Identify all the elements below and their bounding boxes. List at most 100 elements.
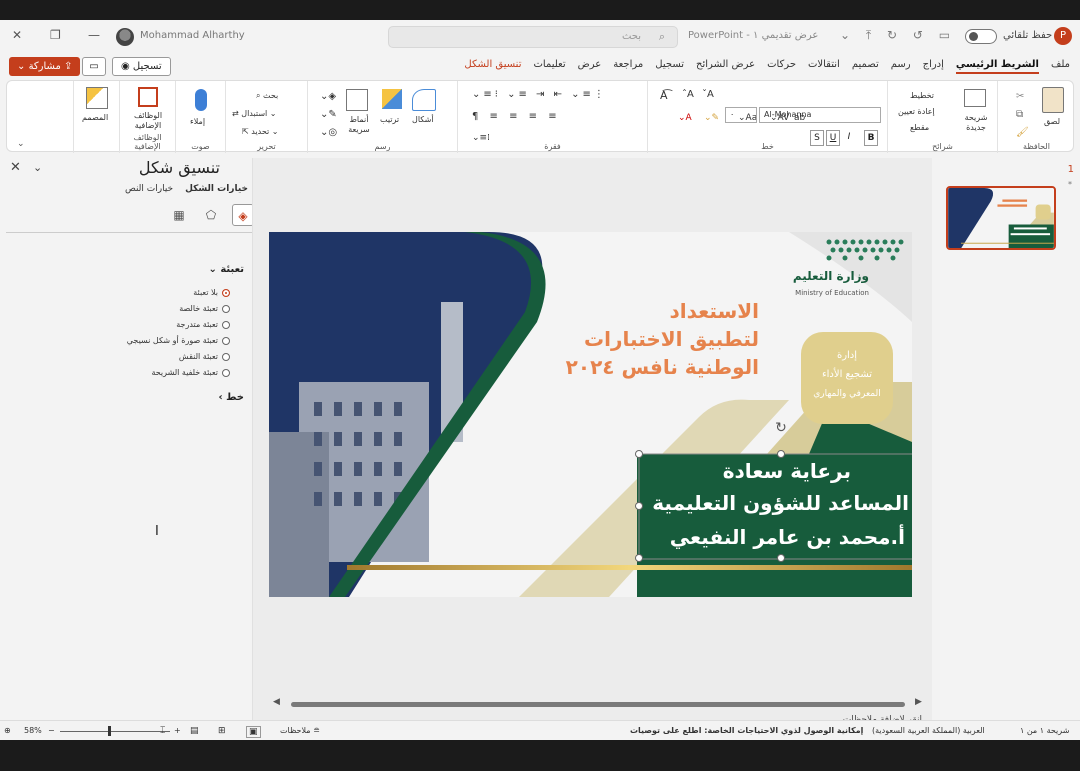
radio-slide-bg-fill[interactable] (222, 368, 230, 377)
restore-window-icon[interactable]: ❐ (50, 28, 61, 42)
fill-option-picture[interactable]: تعبئة صورة أو شكل نسيجي (127, 336, 230, 345)
slide-thumbnail[interactable] (946, 186, 1056, 250)
scroll-left-icon[interactable]: ◀ (273, 697, 280, 707)
scroll-right-icon[interactable]: ▶ (915, 697, 922, 707)
tab-help[interactable]: تعليمات (533, 59, 565, 74)
radio-pattern-fill[interactable] (222, 352, 230, 361)
section-button[interactable]: مقطع (910, 123, 929, 132)
avatar[interactable] (116, 28, 134, 46)
language-status[interactable]: العربية (المملكة العربية السعودية) (872, 726, 985, 735)
find-button[interactable]: بحث ⌕ (256, 91, 278, 101)
tab-home[interactable]: الشريط الرئيسي (955, 59, 1039, 74)
shape-effects-icon[interactable]: ◎⌄ (320, 127, 337, 138)
decrease-font-icon[interactable]: Aˇ (702, 89, 714, 100)
reading-view-icon[interactable]: ▤ (190, 726, 199, 736)
sorter-view-icon[interactable]: ⊞ (218, 726, 226, 736)
paste-icon[interactable] (1042, 87, 1064, 113)
collapse-ribbon-icon[interactable]: ⌄ (17, 139, 25, 149)
tab-file[interactable]: ملف (1051, 59, 1070, 74)
powerpoint-window: ✕ ❐ — Mohammad Alharthy بحث ⌕ PowerPoint… (0, 20, 1080, 740)
cut-icon[interactable]: ✂ (1016, 91, 1024, 102)
fill-option-gradient[interactable]: تعبئة متدرجة (176, 320, 230, 329)
zoom-slider-knob[interactable] (108, 726, 111, 736)
list-icons[interactable]: ⋮≡⌄ ⇤ ⇥ ≡⌄ ⁝≡⌄ (472, 89, 607, 100)
badge-line-2: تشجيع الأداء (822, 367, 872, 380)
radio-picture-fill[interactable] (222, 336, 230, 345)
tab-record[interactable]: تسجيل (655, 59, 684, 74)
effects-icon[interactable]: ⬠ (200, 204, 222, 226)
autosave-toggle[interactable] (965, 29, 997, 44)
ribbon-tabs-row: ⌄ مشاركة ⇪ ▭ ◉ تسجيل ملف الشريط الرئيسي … (0, 54, 1080, 80)
search-box[interactable]: بحث ⌕ (388, 26, 678, 48)
horizontal-scrollbar[interactable]: ◀ ▶ (273, 697, 933, 709)
fill-line-icon[interactable]: ◈ (232, 204, 254, 226)
arrange-icon[interactable] (382, 89, 402, 109)
layout-button[interactable]: تخطيط (910, 91, 934, 100)
font-name-combobox[interactable]: Al-Mohanna (759, 107, 881, 123)
zoom-level[interactable]: 58% (24, 726, 42, 735)
radio-no-fill[interactable] (222, 288, 230, 297)
fill-option-slide-bg[interactable]: تعبئة خلفية الشريحة (151, 368, 230, 377)
close-pane-icon[interactable]: ✕ (10, 160, 21, 175)
tab-animations[interactable]: حركات (767, 59, 796, 74)
reset-button[interactable]: إعادة تعيين (898, 107, 935, 116)
new-slide-icon[interactable] (964, 89, 986, 107)
fill-option-pattern[interactable]: تعبئة النقش (179, 352, 230, 361)
radio-solid-fill[interactable] (222, 304, 230, 313)
radio-gradient-fill[interactable] (222, 320, 230, 329)
align-icons[interactable]: ≡ ≡ ≡ ≡ ¶ (472, 111, 561, 122)
tab-shape-format[interactable]: تنسيق الشكل (464, 59, 521, 74)
normal-view-icon[interactable]: ▣ (246, 726, 261, 738)
highlight-icon[interactable]: ✎⌄ (704, 113, 719, 123)
user-name[interactable]: Mohammad Alharthy (140, 30, 245, 41)
tab-design[interactable]: تصميم (852, 59, 879, 74)
quick-access-toolbar[interactable]: ⌄ ⤒ ↻ ↺ ▭ ⌂ (840, 28, 980, 43)
tab-shape-options[interactable]: خيارات الشكل (185, 184, 248, 194)
microphone-icon[interactable] (195, 89, 207, 111)
pane-options-chevron-icon[interactable]: ⌄ (33, 161, 42, 174)
slide-canvas[interactable]: ↻ وزارة التعليم Ministry of Education ال… (269, 232, 912, 597)
close-window-icon[interactable]: ✕ (12, 28, 22, 42)
format-painter-icon[interactable]: 🖌 (1016, 127, 1029, 138)
text-direction-icon[interactable]: A͡ (660, 89, 668, 102)
copy-icon[interactable]: ⧉ (1016, 109, 1023, 120)
notes-button[interactable]: ملاحظات ≘ (280, 726, 320, 735)
share-button[interactable]: ⌄ مشاركة ⇪ (9, 57, 81, 76)
fill-section-header[interactable]: تعبئة ⌄ (208, 264, 244, 275)
heading-line-2: لتطبيق الاختبارات (584, 327, 759, 351)
present-button[interactable]: ▭ (82, 57, 106, 76)
size-properties-icon[interactable]: ▦ (168, 204, 190, 226)
line-section-header[interactable]: خط › (218, 392, 244, 403)
minimize-window-icon[interactable]: — (88, 28, 100, 42)
increase-font-icon[interactable]: Aˆ (682, 89, 694, 100)
scroll-thumb[interactable] (291, 702, 905, 707)
group-clipboard: لصق ✂ ⧉ 🖌 الحافظة (997, 81, 1075, 153)
select-button[interactable]: ⌄ تحديد ⇱ (242, 127, 279, 136)
font-size-combobox[interactable]: ٠ (725, 107, 757, 123)
zoom-out-icon[interactable]: − (48, 726, 55, 735)
shape-fill-icon[interactable]: ◈⌄ (320, 91, 336, 102)
quick-styles-icon[interactable] (346, 89, 368, 111)
tab-slideshow[interactable]: عرض الشرائح (696, 59, 755, 74)
shape-outline-icon[interactable]: ✎⌄ (320, 109, 337, 120)
designer-icon[interactable] (86, 87, 108, 109)
record-button[interactable]: ◉ تسجيل (112, 57, 171, 76)
font-color-icon[interactable]: A⌄ (678, 113, 692, 123)
addins-icon[interactable] (138, 87, 158, 107)
zoom-slider[interactable] (60, 731, 170, 732)
fill-option-none[interactable]: بلا تعبئة (193, 288, 230, 297)
tab-insert[interactable]: إدراج (923, 59, 944, 74)
fit-slide-icon[interactable]: ⊕ (4, 726, 11, 735)
tab-transitions[interactable]: انتقالات (808, 59, 840, 74)
tab-text-options[interactable]: خيارات النص (125, 184, 173, 194)
zoom-in-icon[interactable]: + (174, 726, 181, 735)
slideshow-view-icon[interactable]: ⌶ (160, 726, 165, 736)
tab-draw[interactable]: رسم (891, 59, 911, 74)
tab-review[interactable]: مراجعة (613, 59, 643, 74)
shapes-icon[interactable] (412, 89, 436, 111)
rotate-handle-icon[interactable]: ↻ (775, 420, 787, 436)
fill-option-solid[interactable]: تعبئة خالصة (179, 304, 230, 313)
accessibility-status[interactable]: إمكانية الوصول لذوي الاحتياجات الخاصة: ا… (630, 726, 863, 735)
replace-button[interactable]: ⌄ استبدال ⇄ (232, 109, 277, 118)
tab-view[interactable]: عرض (578, 59, 602, 74)
